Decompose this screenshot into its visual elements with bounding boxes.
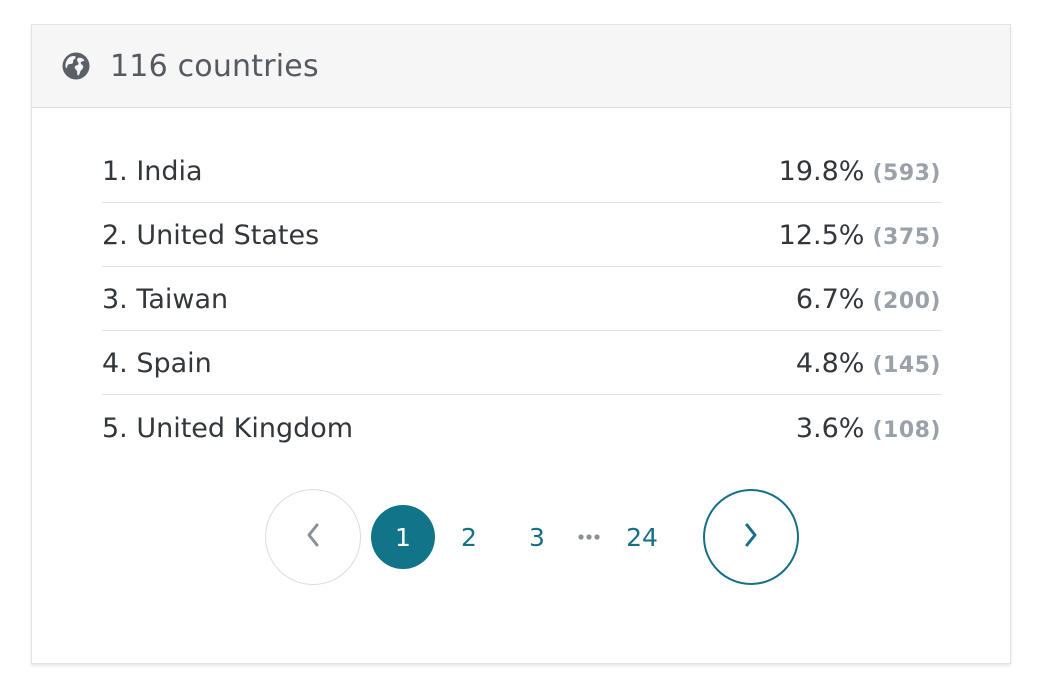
page-24-button[interactable]: 24 [607,523,677,552]
country-count: (145) [872,353,941,378]
country-share: 12.5% (375) [779,220,941,251]
pagination: 1 2 3 24 [265,489,799,585]
country-percent: 6.7% [795,284,865,315]
country-count: (200) [872,289,941,314]
list-item: 2. United States 12.5% (375) [102,203,941,267]
country-count: (593) [872,161,941,186]
country-percent: 19.8% [778,156,865,187]
country-list: 1. India 19.8% (593) 2. United States 12.… [102,139,941,459]
globe-icon [61,51,91,81]
card-header: 116 countries [32,25,1010,108]
countries-card: 116 countries 1. India 19.8% (593) 2. Uni… [31,24,1011,664]
list-item: 3. Taiwan 6.7% (200) [102,267,941,331]
country-percent: 3.6% [795,412,865,444]
country-name: 5. United Kingdom [102,412,354,444]
list-item: 4. Spain 4.8% (145) [102,331,941,395]
country-name: 3. Taiwan [102,284,229,315]
prev-page-button[interactable] [265,489,361,585]
country-name: 4. Spain [102,348,212,379]
country-count: (375) [872,225,941,250]
page-1-button[interactable]: 1 [371,505,435,569]
country-count: (108) [872,417,941,443]
chevron-right-icon [741,521,761,553]
country-share: 3.6% (108) [796,413,941,444]
country-name: 1. India [102,156,203,187]
country-share: 6.7% (200) [796,284,941,315]
page-2-button[interactable]: 2 [435,523,503,552]
country-percent: 4.8% [795,348,865,379]
country-name: 2. United States [102,220,320,251]
chevron-left-icon [303,521,323,553]
ellipsis-icon [571,533,607,541]
list-item: 5. United Kingdom 3.6% (108) [102,395,941,459]
list-item: 1. India 19.8% (593) [102,139,941,203]
card-title: 116 countries [110,48,319,84]
next-page-button[interactable] [703,489,799,585]
page-3-button[interactable]: 3 [503,523,571,552]
country-share: 19.8% (593) [779,156,941,187]
country-share: 4.8% (145) [796,348,941,379]
country-percent: 12.5% [778,220,865,251]
